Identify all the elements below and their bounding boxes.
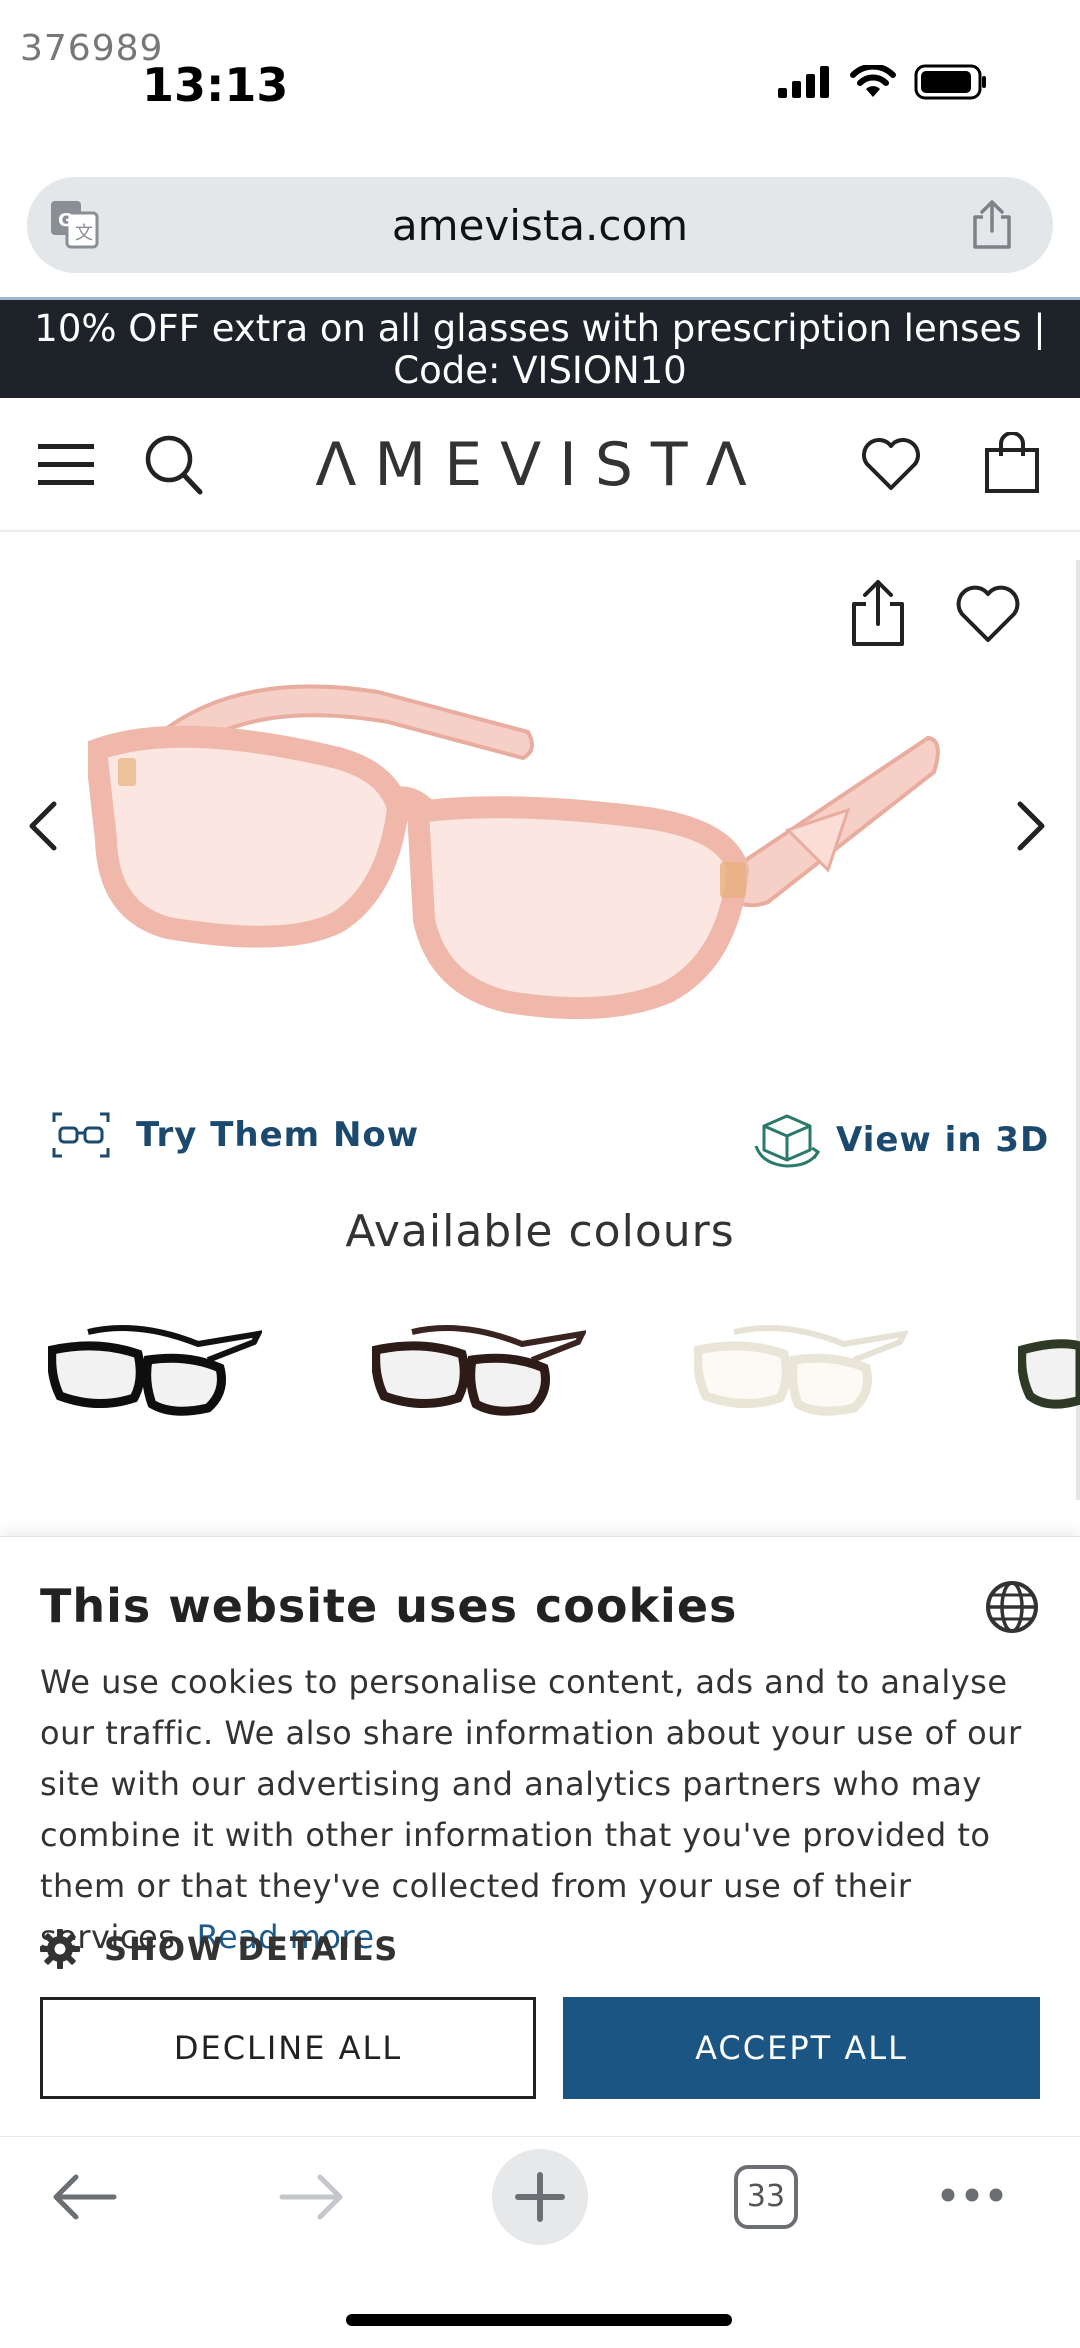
- battery-icon: [914, 64, 986, 100]
- show-details-toggle[interactable]: SHOW DETAILS: [40, 1929, 399, 1969]
- show-details-label: SHOW DETAILS: [104, 1930, 400, 1968]
- carousel-next-icon[interactable]: [1014, 800, 1048, 852]
- back-arrow-icon[interactable]: [50, 2173, 118, 2221]
- promo-banner[interactable]: 10% OFF extra on all glasses with prescr…: [0, 300, 1080, 398]
- view-in-3d-label: View in 3D: [836, 1120, 1050, 1160]
- plus-icon: [515, 2172, 565, 2222]
- cookie-consent-panel: This website uses cookies We use cookies…: [0, 1536, 1080, 2136]
- colour-swatch-black[interactable]: [48, 1320, 262, 1420]
- url-text[interactable]: amevista.com: [27, 201, 1053, 250]
- status-icons: [778, 64, 988, 100]
- colour-swatch-crystal[interactable]: [694, 1320, 908, 1420]
- accept-all-button[interactable]: ACCEPT ALL: [563, 1997, 1040, 2099]
- cookie-title: This website uses cookies: [40, 1579, 738, 1633]
- address-bar[interactable]: G 文 amevista.com: [27, 177, 1053, 273]
- colour-swatch-strip[interactable]: [0, 1320, 1080, 1450]
- decline-all-button[interactable]: DECLINE ALL: [40, 1997, 536, 2099]
- product-image-glasses[interactable]: [88, 640, 948, 1020]
- cookie-body-text: We use cookies to personalise content, a…: [40, 1663, 1022, 1956]
- new-tab-button[interactable]: [492, 2149, 588, 2245]
- carousel-prev-icon[interactable]: [26, 800, 60, 852]
- promo-line-2: Code: VISION10: [393, 349, 687, 392]
- wishlist-heart-icon[interactable]: [860, 436, 922, 492]
- page: 376989 13:13 G 文 amevista.com 10% OFF ex…: [0, 0, 1080, 2348]
- cellular-signal-icon: [778, 66, 829, 98]
- 3d-cube-icon: [754, 1114, 821, 1168]
- view-in-3d-link[interactable]: View in 3D: [752, 1112, 1049, 1168]
- share-icon[interactable]: [969, 199, 1015, 251]
- product-favourite-icon[interactable]: [954, 582, 1022, 644]
- home-indicator: [346, 2314, 732, 2326]
- status-time: 13:13: [142, 58, 289, 112]
- try-them-now-link[interactable]: Try Them Now: [52, 1112, 419, 1158]
- product-share-icon[interactable]: [846, 578, 910, 648]
- cookie-body: We use cookies to personalise content, a…: [40, 1657, 1040, 1963]
- shopping-bag-icon[interactable]: [984, 432, 1040, 494]
- colour-swatch-tortoise[interactable]: [372, 1320, 586, 1420]
- tab-count-button[interactable]: 33: [734, 2165, 798, 2229]
- settings-gear-icon: [40, 1929, 80, 1969]
- status-bar: 376989 13:13: [0, 0, 1080, 140]
- site-header: ΛMEVISTΛ: [0, 398, 1080, 532]
- promo-line-1: 10% OFF extra on all glasses with prescr…: [34, 307, 1046, 350]
- wifi-icon: [850, 65, 896, 97]
- colour-swatch-green[interactable]: [1018, 1320, 1080, 1420]
- available-colours-title: Available colours: [345, 1206, 735, 1257]
- glasses-try-on-icon: [52, 1112, 110, 1158]
- forward-arrow-icon[interactable]: [278, 2173, 346, 2221]
- more-menu-icon[interactable]: [940, 2187, 1004, 2203]
- try-them-now-label: Try Them Now: [136, 1115, 420, 1155]
- language-globe-icon[interactable]: [984, 1579, 1040, 1635]
